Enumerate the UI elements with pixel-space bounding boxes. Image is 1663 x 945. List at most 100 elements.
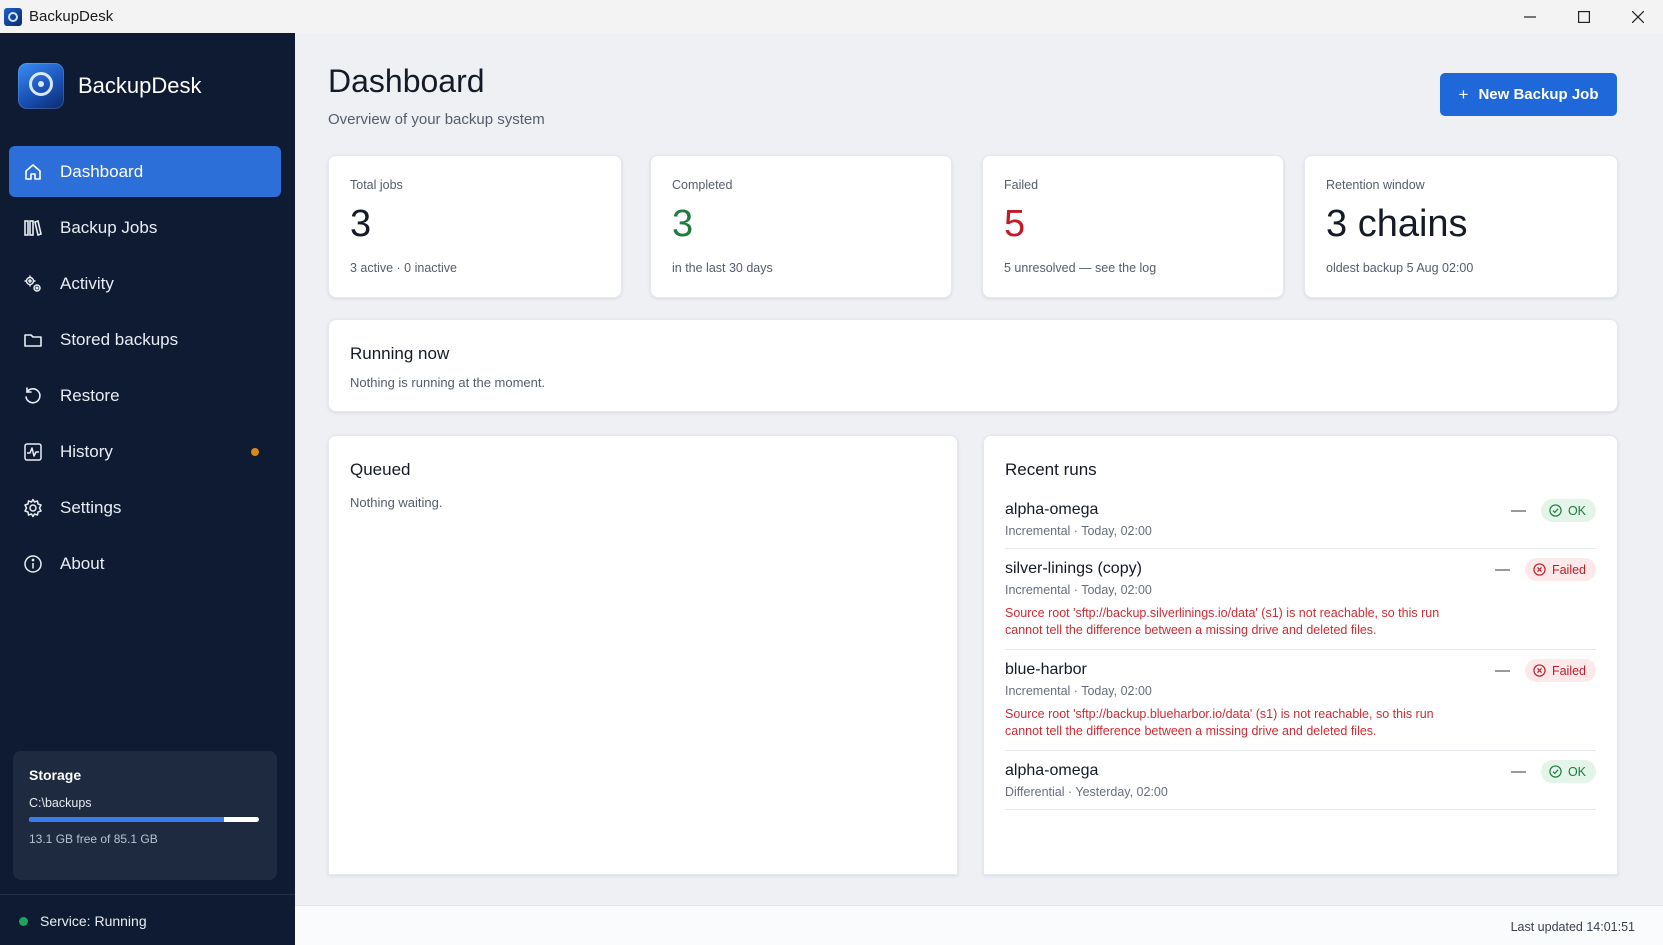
status-badge-label: Failed (1551, 663, 1586, 678)
stat-value: 3 (672, 203, 694, 245)
running-now-panel: Running now Nothing is running at the mo… (328, 319, 1618, 412)
queued-title: Queued (350, 460, 411, 479)
page-title: Dashboard (328, 63, 485, 99)
run-size: — (1510, 502, 1526, 519)
run-job-name: alpha-omega (1005, 762, 1099, 779)
sidebar-item-label: About (60, 553, 105, 573)
recent-run-item[interactable]: silver-linings (copy) Incremental · Toda… (1005, 558, 1596, 650)
status-badge-label: OK (1567, 764, 1586, 779)
title-bar: BackupDesk (0, 0, 1663, 33)
sidebar-item-label: History (60, 441, 113, 461)
run-job-name: alpha-omega (1005, 501, 1099, 518)
run-error-message: Source root 'sftp://backup.blueharbor.io… (1005, 707, 1434, 738)
sidebar-item-stored-backups[interactable]: Stored backups (9, 314, 281, 365)
run-meta: Differential · Yesterday, 02:00 (1005, 785, 1168, 799)
running-now-title: Running now (350, 344, 450, 363)
stat-value: 3 chains (1326, 203, 1468, 245)
info-icon (22, 553, 44, 575)
storage-usage-bar (29, 817, 259, 822)
recent-runs-list: alpha-omega Incremental · Today, 02:00 —… (1005, 499, 1596, 810)
stat-label: Failed (1004, 178, 1039, 192)
check-circle-icon (1549, 765, 1562, 778)
run-meta: Incremental · Today, 02:00 (1005, 583, 1152, 597)
new-backup-job-button[interactable]: + New Backup Job (1440, 73, 1617, 116)
service-status-dot (19, 916, 28, 926)
window-title: BackupDesk (29, 8, 114, 25)
run-size: — (1494, 662, 1510, 679)
run-meta: Incremental · Today, 02:00 (1005, 524, 1152, 538)
recent-run-item[interactable]: blue-harbor Incremental · Today, 02:00 S… (1005, 659, 1596, 751)
history-alert-dot (251, 448, 259, 456)
maximize-icon (1578, 10, 1590, 23)
sidebar-item-restore[interactable]: Restore (9, 370, 281, 421)
status-badge-label: Failed (1551, 562, 1586, 577)
run-size: — (1494, 561, 1510, 578)
recent-runs-title: Recent runs (1005, 460, 1097, 479)
stat-sub: oldest backup 5 Aug 02:00 (1326, 261, 1474, 275)
page-subtitle: Overview of your backup system (328, 111, 545, 128)
sidebar: BackupDesk Dashboard Backup Jobs Activit… (0, 33, 295, 945)
brand-name: BackupDesk (78, 73, 202, 98)
sidebar-item-about[interactable]: About (9, 538, 281, 589)
stat-sub: 5 unresolved — see the log (1004, 261, 1157, 275)
sidebar-item-activity[interactable]: Activity (9, 258, 281, 309)
run-error-message: Source root 'sftp://backup.silverlinings… (1005, 606, 1440, 637)
status-badge-label: OK (1567, 503, 1586, 518)
stat-label: Completed (672, 178, 733, 192)
status-badge: OK (1540, 499, 1596, 522)
recent-run-item[interactable]: alpha-omega Differential · Yesterday, 02… (1005, 760, 1596, 810)
restore-icon (22, 385, 44, 407)
last-updated-text: Last updated 14:01:51 (1510, 920, 1635, 934)
stat-label: Total jobs (350, 178, 403, 192)
sidebar-item-label: Backup Jobs (60, 217, 158, 237)
new-backup-job-label: New Backup Job (1478, 86, 1599, 103)
run-size: — (1510, 763, 1526, 780)
stat-card-completed: Completed 3 in the last 30 days (650, 155, 952, 298)
sidebar-item-label: Activity (60, 273, 114, 293)
sidebar-item-backup-jobs[interactable]: Backup Jobs (9, 202, 281, 253)
plus-icon: + (1458, 84, 1469, 104)
x-circle-icon (1533, 664, 1546, 677)
stat-card-failed: Failed 5 5 unresolved — see the log (982, 155, 1284, 298)
stat-value: 5 (1004, 203, 1026, 245)
queued-text: Nothing waiting. (350, 495, 443, 510)
home-icon (22, 161, 44, 183)
sidebar-divider (0, 894, 295, 895)
service-status: Service: Running (19, 913, 147, 929)
stat-sub: in the last 30 days (672, 261, 773, 275)
sidebar-nav: Dashboard Backup Jobs Activity Stored ba… (9, 146, 281, 594)
storage-usage-fill (29, 817, 224, 822)
storage-free-text: 13.1 GB free of 85.1 GB (29, 832, 158, 846)
pulse-icon (22, 441, 44, 463)
storage-panel: Storage C:\backups 13.1 GB free of 85.1 … (13, 751, 277, 880)
x-circle-icon (1533, 563, 1546, 576)
maximize-button[interactable] (1557, 0, 1611, 33)
check-circle-icon (1549, 504, 1562, 517)
sidebar-item-label: Settings (60, 497, 122, 517)
sidebar-item-label: Restore (60, 385, 120, 405)
storage-path: C:\backups (29, 796, 92, 810)
books-icon (22, 217, 44, 239)
status-badge: OK (1540, 760, 1596, 783)
run-meta: Incremental · Today, 02:00 (1005, 684, 1152, 698)
folder-icon (22, 329, 44, 351)
close-icon (1632, 10, 1644, 23)
stat-card-total-jobs: Total jobs 3 3 active · 0 inactive (328, 155, 622, 298)
sidebar-item-label: Dashboard (60, 161, 144, 181)
minimize-button[interactable] (1503, 0, 1557, 33)
queued-panel: Queued Nothing waiting. (328, 435, 958, 875)
recent-runs-panel: Recent runs alpha-omega Incremental · To… (983, 435, 1618, 875)
storage-title: Storage (29, 767, 82, 783)
close-button[interactable] (1611, 0, 1663, 33)
stat-value: 3 (350, 203, 372, 245)
sidebar-item-history[interactable]: History (9, 426, 281, 477)
gear-icon (22, 497, 44, 519)
sidebar-item-dashboard[interactable]: Dashboard (9, 146, 281, 197)
recent-run-item[interactable]: alpha-omega Incremental · Today, 02:00 —… (1005, 499, 1596, 549)
brand: BackupDesk (18, 63, 202, 109)
stat-label: Retention window (1326, 178, 1425, 192)
main-content: Dashboard Overview of your backup system… (295, 33, 1663, 945)
sidebar-item-settings[interactable]: Settings (9, 482, 281, 533)
running-now-text: Nothing is running at the moment. (350, 375, 546, 390)
status-badge: Failed (1524, 659, 1596, 682)
